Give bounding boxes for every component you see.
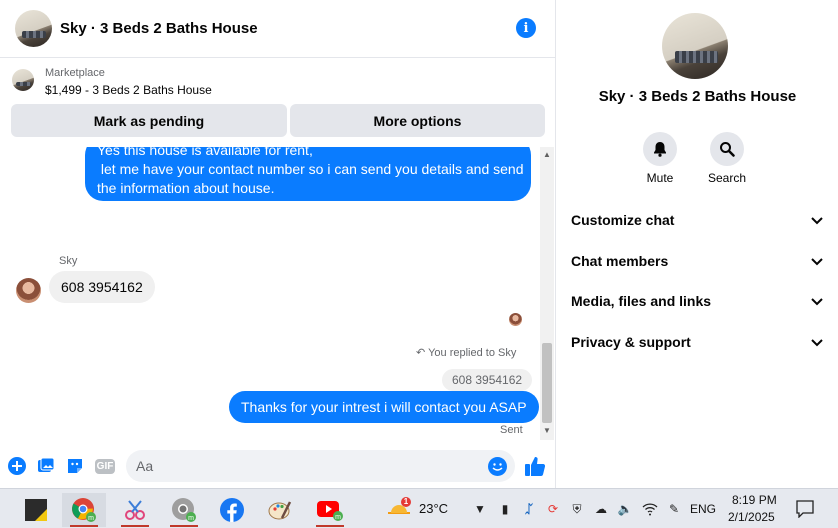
cloud-offline-icon[interactable]: ☁ [593,501,609,517]
marketplace-banner: Marketplace $1,499 - 3 Beds 2 Baths Hous… [0,59,556,147]
mute-button[interactable]: Mute [630,132,690,185]
listing-thumbnail[interactable] [12,69,34,91]
chat-header: Sky · 3 Beds 2 Baths House i [0,0,556,58]
sticker-icon[interactable] [66,457,84,475]
facebook-icon[interactable] [210,493,254,527]
message-input[interactable] [136,450,486,482]
weather-icon[interactable]: 1 [386,497,412,521]
chevron-down-icon [811,212,823,228]
sender-avatar[interactable] [16,278,41,303]
section-label: Media, files and links [571,293,712,309]
reply-icon: ↶ [416,347,429,359]
gif-icon[interactable]: GIF [94,457,116,475]
info-icon[interactable]: i [516,18,536,38]
chrome-profile-icon[interactable]: m [62,493,106,527]
sync-icon[interactable]: ⟳ [545,501,561,517]
snipping-tool-icon[interactable] [113,493,157,527]
thread-scrollbar[interactable]: ▲ ▼ [540,147,554,440]
message-status: Sent [500,424,523,436]
message-line: let me have your contact number so i can… [97,161,524,177]
svg-text:m: m [335,514,341,521]
security-icon[interactable]: ⛨ [569,501,585,517]
language-indicator[interactable]: ENG [690,502,716,516]
section-label: Chat members [571,253,669,269]
youtube-icon[interactable]: m [308,493,352,527]
message-line: Yes this house is available for rent, [97,147,313,158]
chat-panel: Sky · 3 Beds 2 Baths House i Marketplace… [0,0,556,488]
network-warning-icon[interactable]: ▼ [472,501,488,517]
chevron-down-icon [811,293,823,309]
taskbar: m m m 1 23°C ▼ ▮ ᛢ ⟳ ⛨ ☁ 🔈 ✎ ENG 8:19 PM… [0,488,838,528]
more-options-button[interactable]: More options [290,104,545,137]
battery-icon[interactable]: ▮ [497,501,513,517]
notification-icon[interactable] [796,500,814,518]
weather-badge: 1 [403,497,409,506]
section-privacy-support[interactable]: Privacy & support [571,330,823,354]
scroll-up-icon[interactable]: ▲ [543,150,551,159]
section-chat-members[interactable]: Chat members [571,249,823,273]
messenger-window: Sky · 3 Beds 2 Baths House i Marketplace… [0,0,838,488]
search-button[interactable]: Search [697,132,757,185]
mute-label: Mute [646,171,674,185]
clock-date[interactable]: 2/1/2025 [728,510,775,524]
section-label: Customize chat [571,212,675,228]
mark-as-pending-button[interactable]: Mark as pending [11,104,287,137]
emoji-icon[interactable] [488,457,507,476]
quoted-message[interactable]: 608 3954162 [442,369,533,391]
clock-time[interactable]: 8:19 PM [732,493,777,507]
bell-icon [643,132,677,166]
scroll-thumb[interactable] [542,343,552,423]
paint-icon[interactable] [258,493,302,527]
details-panel: Sky · 3 Beds 2 Baths House Mute Search C… [557,0,838,488]
reply-indicator-label: You replied to Sky [428,347,517,359]
details-title: Sky · 3 Beds 2 Baths House [598,88,797,105]
sticky-notes-icon[interactable] [14,493,58,527]
chrome-profile-2-icon[interactable]: m [162,493,206,527]
scroll-down-icon[interactable]: ▼ [543,426,551,435]
plus-icon[interactable] [8,457,26,475]
svg-text:m: m [88,515,94,522]
message-input-wrapper [126,450,515,482]
volume-icon[interactable]: 🔈 [617,501,633,517]
reply-indicator: ↶ You replied to Sky [416,346,516,359]
temperature[interactable]: 23°C [419,501,448,516]
chevron-down-icon [811,334,823,350]
message-thread[interactable]: Yes this house is available for rent, le… [0,147,540,440]
sender-name: Sky [59,255,78,267]
message-line: the information about house. [97,180,275,196]
search-label: Search [707,171,747,185]
photo-icon[interactable] [37,457,55,475]
chat-avatar[interactable] [15,10,52,47]
gif-label: GIF [94,458,116,474]
pen-icon[interactable]: ✎ [666,501,682,517]
read-receipt-avatar [509,313,522,326]
details-avatar[interactable] [662,13,728,79]
composer: GIF [0,448,556,484]
wifi-icon[interactable] [642,501,658,517]
chevron-down-icon [811,253,823,269]
incoming-message[interactable]: 608 3954162 [49,271,155,303]
like-icon[interactable] [524,455,546,477]
section-customize-chat[interactable]: Customize chat [571,208,823,232]
outgoing-message[interactable]: Thanks for your intrest i will contact y… [229,391,539,423]
bluetooth-icon[interactable]: ᛢ [521,501,537,517]
search-icon [710,132,744,166]
marketplace-label: Marketplace [45,67,105,79]
section-media-files-links[interactable]: Media, files and links [571,289,823,313]
chat-title[interactable]: Sky · 3 Beds 2 Baths House [60,20,258,37]
section-label: Privacy & support [571,334,691,350]
outgoing-message[interactable]: Yes this house is available for rent, le… [85,147,531,201]
listing-title[interactable]: $1,499 - 3 Beds 2 Baths House [45,83,212,97]
svg-text:m: m [188,515,194,522]
